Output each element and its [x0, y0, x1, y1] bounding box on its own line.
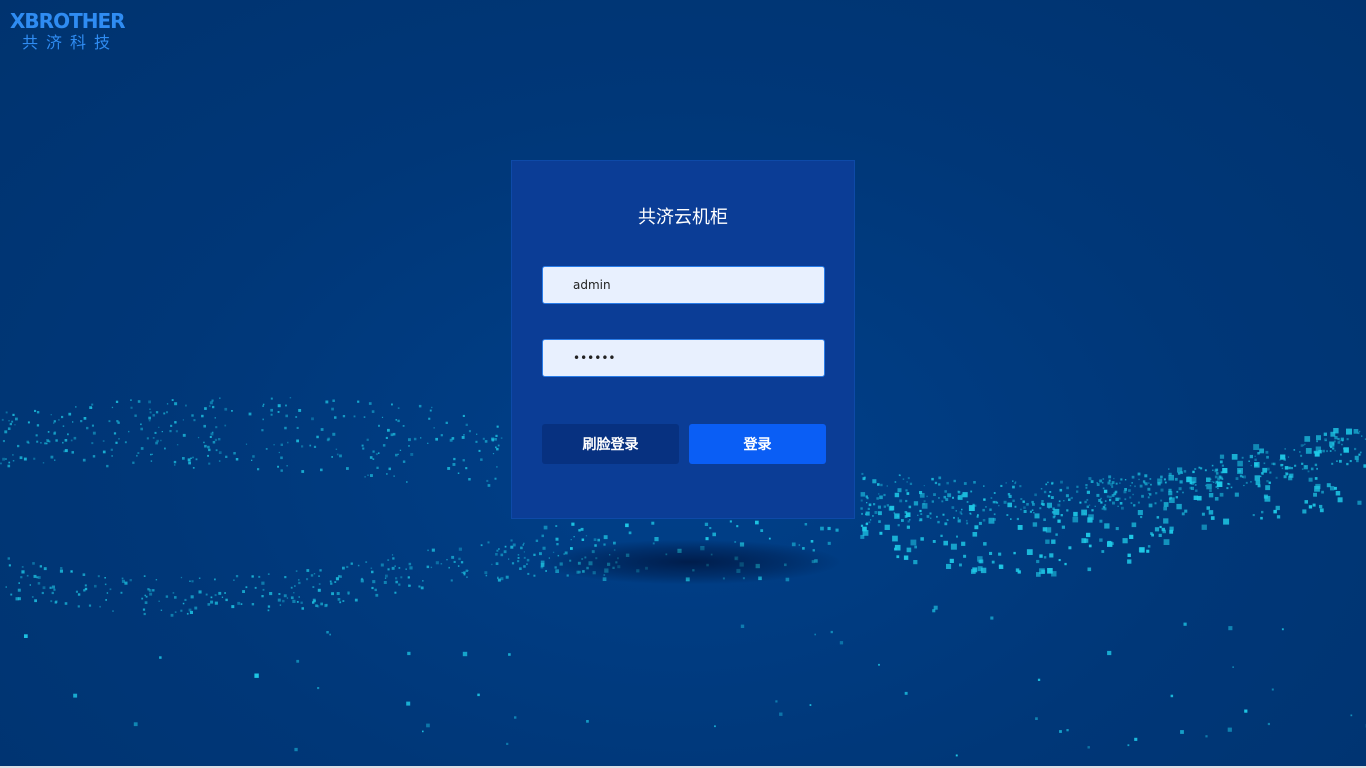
login-title: 共济云机柜 [638, 207, 728, 228]
login-button[interactable]: 登录 [689, 424, 826, 464]
face-login-button[interactable]: 刷脸登录 [542, 424, 679, 464]
password-input[interactable] [542, 339, 825, 377]
logo-subtitle: 共济科技 [22, 33, 119, 52]
panel-shadow [540, 540, 840, 584]
company-logo: XBROTHER 共济科技 [10, 8, 132, 54]
username-input[interactable] [542, 266, 825, 304]
login-panel: 共济云机柜 刷脸登录 登录 [511, 160, 855, 519]
logo-brand-text: XBROTHER [10, 9, 126, 33]
